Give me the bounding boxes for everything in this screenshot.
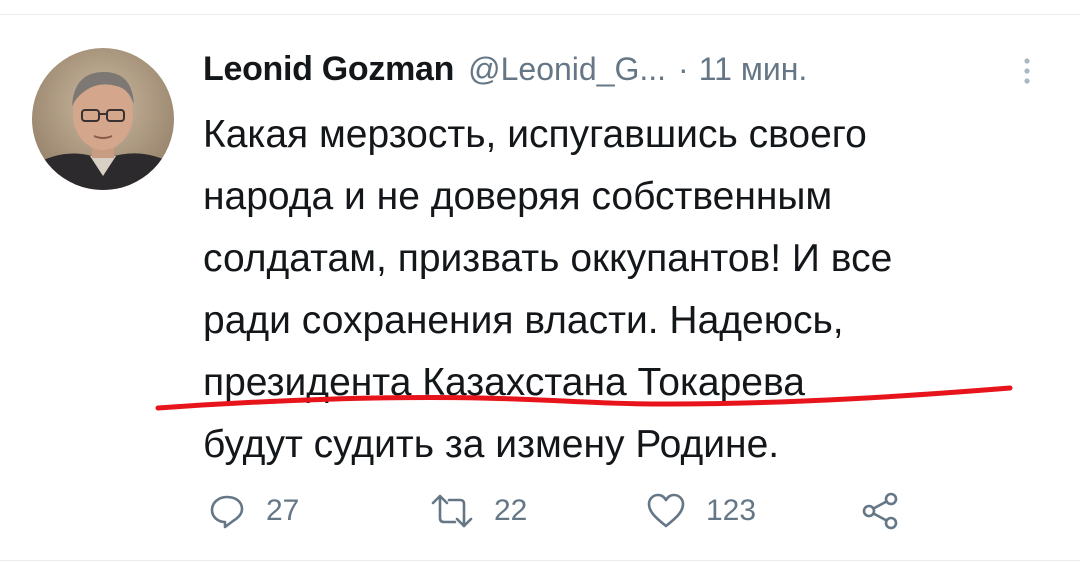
reply-count: 27: [266, 494, 300, 527]
tweet-text-line: Какая мерзость, испугавшись своего: [203, 113, 867, 156]
retweet-icon: [431, 494, 473, 528]
heart-icon: [647, 493, 685, 528]
separator-dot: ·: [678, 50, 689, 87]
tweet-text-line: солдатам, призвать оккупантов! И все: [203, 237, 893, 280]
top-divider: [0, 14, 1080, 15]
timestamp[interactable]: 11 мин.: [699, 51, 808, 88]
reply-icon: [210, 495, 244, 529]
share-icon: [862, 492, 898, 530]
more-vertical-icon[interactable]: [1020, 56, 1034, 88]
author-name[interactable]: Leonid Gozman: [203, 50, 454, 89]
bottom-divider: [0, 560, 1080, 561]
retweet-count: 22: [494, 494, 528, 527]
like-count: 123: [706, 494, 757, 527]
tweet-text-line: ради сохранения власти. Надеюсь,: [203, 299, 844, 342]
share-button[interactable]: [860, 486, 900, 536]
tweet-text-line: президента Казахстана Токарева: [203, 361, 805, 404]
tweet-text: Какая мерзость, испугавшись своего народ…: [203, 104, 1063, 476]
tweet-text-line: народа и не доверяя собственным: [203, 175, 833, 218]
action-bar: 27 22 123: [0, 486, 1080, 536]
avatar[interactable]: [32, 48, 174, 190]
reply-button[interactable]: 27: [208, 486, 299, 536]
author-handle[interactable]: @Leonid_G...: [468, 51, 666, 88]
retweet-button[interactable]: 22: [430, 486, 527, 536]
avatar-photo: [32, 48, 174, 190]
tweet-text-line: будут судить за измену Родине.: [203, 423, 780, 466]
tweet-header: Leonid Gozman @Leonid_G... · 11 мин.: [203, 44, 807, 94]
like-button[interactable]: 123: [646, 486, 756, 536]
tweet-screenshot: Leonid Gozman @Leonid_G... · 11 мин. Как…: [0, 0, 1080, 564]
